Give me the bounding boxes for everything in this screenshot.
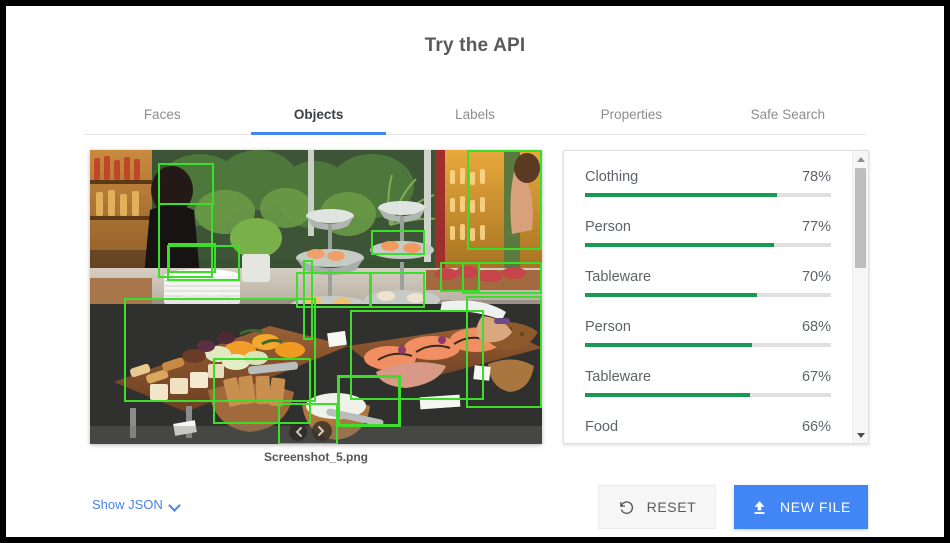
tab-label: Safe Search: [750, 106, 825, 122]
image-panel: Screenshot_5.png: [90, 150, 542, 464]
result-bar-track: [585, 293, 831, 297]
tab-label: Objects: [293, 106, 344, 122]
result-score: 78%: [801, 169, 831, 185]
new-file-label: NEW FILE: [780, 499, 851, 515]
image-filename: Screenshot_5.png: [263, 450, 369, 464]
result-bar-fill: [585, 293, 758, 297]
footer-actions: RESET NEW FILE: [598, 485, 868, 529]
result-row: Person 77%: [585, 219, 831, 247]
reset-button[interactable]: RESET: [598, 485, 716, 529]
tab-objects[interactable]: Objects: [240, 94, 396, 135]
tab-label: Faces: [143, 106, 181, 122]
page-body: Try the API Faces Objects Labels Propert…: [6, 6, 944, 537]
reset-label: RESET: [646, 499, 697, 515]
result-bar-fill: [585, 193, 777, 197]
result-score: 68%: [801, 319, 831, 335]
result-row: Tableware 70%: [585, 269, 831, 297]
show-json-toggle[interactable]: Show JSON: [92, 497, 181, 512]
result-bar-track: [585, 193, 831, 197]
result-bar-fill: [585, 343, 753, 347]
result-score: 67%: [801, 369, 831, 385]
result-score: 66%: [801, 419, 831, 435]
tab-bar: Faces Objects Labels Properties Safe Sea…: [84, 94, 866, 135]
scrollbar-thumb[interactable]: [855, 168, 866, 268]
result-label: Clothing: [585, 169, 639, 185]
reset-icon: [618, 499, 635, 516]
results-scroll-area[interactable]: Clothing 78% Person 77% Tableware 70% Pe…: [564, 151, 852, 443]
result-bar-track: [585, 343, 831, 347]
detection-results-panel: Clothing 78% Person 77% Tableware 70% Pe…: [563, 150, 869, 444]
tab-faces[interactable]: Faces: [84, 94, 240, 134]
result-label: Person: [585, 319, 631, 335]
tab-label: Labels: [455, 106, 495, 122]
result-row: Food 66%: [585, 419, 831, 443]
upload-icon: [751, 499, 768, 516]
scroll-up-arrow-icon[interactable]: [853, 152, 868, 166]
result-bar-track: [585, 393, 831, 397]
result-label: Tableware: [585, 269, 652, 285]
tab-safe-search[interactable]: Safe Search: [710, 94, 866, 134]
result-bar-fill: [585, 243, 775, 247]
result-row: Tableware 67%: [585, 369, 831, 397]
scroll-down-arrow-icon[interactable]: [853, 428, 868, 442]
result-list: Clothing 78% Person 77% Tableware 70% Pe…: [564, 151, 852, 443]
result-bar-track: [585, 243, 831, 247]
new-file-button[interactable]: NEW FILE: [734, 485, 868, 529]
analyzed-image[interactable]: [90, 150, 542, 444]
results-content: Screenshot_5.png Clothing 78% Person 77%…: [6, 150, 944, 464]
tab-properties[interactable]: Properties: [553, 94, 709, 134]
result-row: Clothing 78%: [585, 169, 831, 197]
page-title: Try the API: [424, 35, 526, 56]
chevron-down-icon: [170, 501, 181, 508]
tab-label: Properties: [600, 106, 663, 122]
result-score: 70%: [801, 269, 831, 285]
tab-labels[interactable]: Labels: [397, 94, 553, 134]
photo-illustration: [90, 150, 542, 444]
result-label: Food: [585, 419, 619, 435]
result-bar-fill: [585, 393, 750, 397]
results-scrollbar[interactable]: [852, 151, 868, 443]
result-label: Tableware: [585, 369, 652, 385]
result-score: 77%: [801, 219, 831, 235]
show-json-label: Show JSON: [92, 497, 163, 512]
result-label: Person: [585, 219, 631, 235]
result-row: Person 68%: [585, 319, 831, 347]
app-window: Try the API Faces Objects Labels Propert…: [0, 0, 950, 543]
